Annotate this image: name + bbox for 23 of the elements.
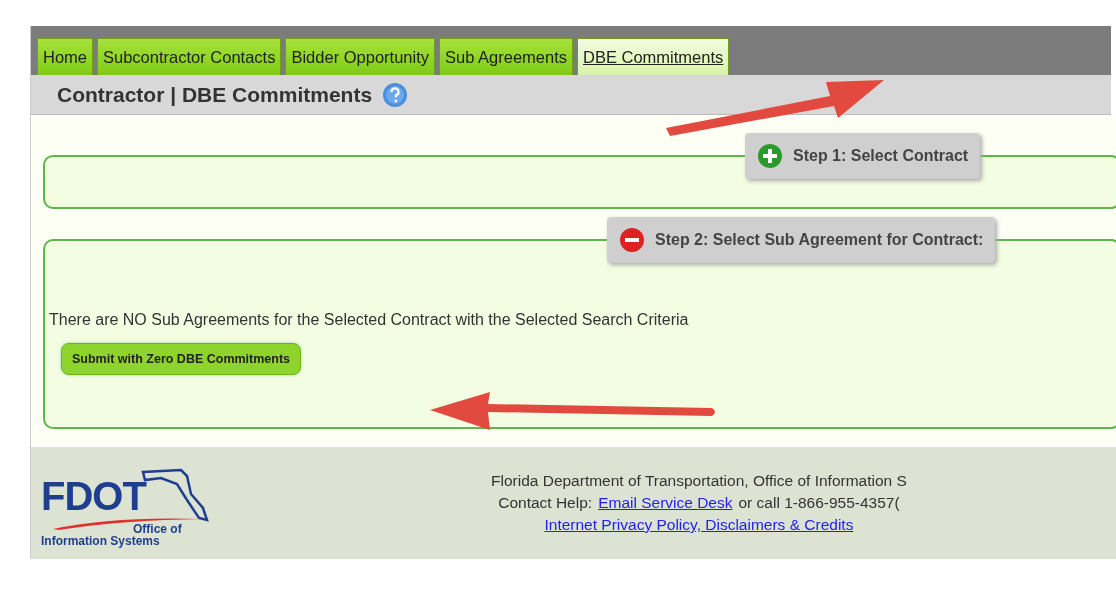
logo-text: FDOT (41, 474, 146, 519)
logo-subtitle: Office of (133, 522, 182, 536)
nav-tab[interactable]: Home (37, 38, 93, 75)
nav-tab[interactable]: Subcontractor Contacts (97, 38, 282, 75)
logo-subtitle: Information Systems (41, 534, 160, 548)
phone-text: or call 1-866-955-4357( (738, 494, 900, 512)
nav-tab[interactable]: Sub Agreements (439, 38, 573, 75)
step-title: Step 2: Select Sub Agreement for Contract: (655, 231, 984, 249)
help-icon[interactable] (382, 81, 409, 108)
step-header[interactable]: Step 2: Select Sub Agreement for Contract: (607, 217, 996, 263)
nav-tab[interactable]: Bidder Opportunity (285, 38, 435, 75)
page-title: Contractor | DBE Commitments (57, 82, 373, 107)
submit-button[interactable]: Submit with Zero DBE Commitments (61, 343, 302, 375)
step-title: Step 1: Select Contract (793, 147, 969, 165)
info-message: There are NO Sub Agreements for the Selected Contract with the Selected Search Criteria (49, 311, 690, 329)
email-link[interactable]: Email Service Desk (598, 494, 733, 512)
step-header[interactable]: Step 1: Select Contract (745, 133, 981, 179)
nav-tab[interactable]: DBE Commitments (577, 38, 730, 75)
policy-link[interactable]: Internet Privacy Policy, Disclaimers & Credits (544, 516, 854, 534)
footer-text: Florida Department of Transportation, Office of Information S (491, 472, 907, 490)
plus-icon[interactable] (757, 143, 783, 169)
contact-label: Contact Help: (498, 494, 593, 512)
minus-icon[interactable] (619, 227, 645, 253)
